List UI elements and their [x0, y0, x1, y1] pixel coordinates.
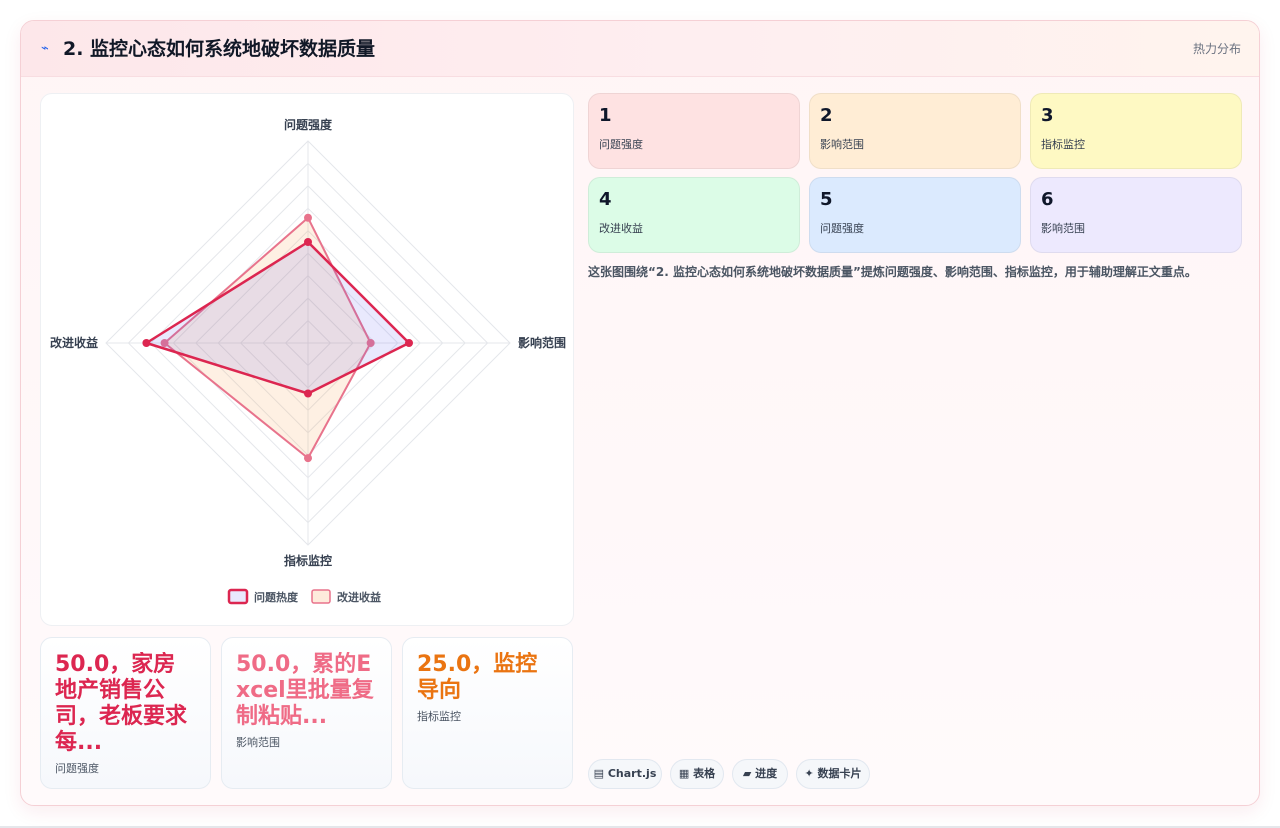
section-card: ⌁ 2. 监控心态如何系统地破坏数据质量 热力分布 问题强度 影响范围 指标监控 改进…: [20, 20, 1260, 806]
radar-chart-panel: 问题强度 影响范围 指标监控 改进收益 问题热度 改进收益: [40, 93, 574, 626]
tile-number: 1: [599, 105, 612, 126]
stat-label: 影响范围: [236, 736, 280, 749]
stat-label: 问题强度: [55, 762, 99, 775]
tile-number: 6: [1041, 189, 1054, 210]
progress-icon: ▰: [742, 767, 752, 780]
radar-data-point: [304, 389, 312, 398]
radar-axis-label: 问题强度: [284, 117, 333, 132]
legend-label: 改进收益: [337, 590, 381, 604]
chip-label: 表格: [693, 767, 716, 780]
radar-data-point: [304, 238, 312, 246]
tile-label: 问题强度: [820, 222, 864, 235]
metric-tile-2: 2 影响范围: [809, 93, 1021, 169]
chart-line-icon: ⌁: [41, 41, 49, 56]
section-title: 2. 监控心态如何系统地破坏数据质量: [63, 38, 376, 60]
chip-chartjs[interactable]: ▤ Chart.js: [588, 759, 662, 789]
radar-data-point: [304, 454, 312, 463]
stat-label: 指标监控: [417, 710, 461, 723]
table-icon: ▦: [678, 767, 690, 780]
legend-swatch: [311, 589, 331, 604]
stat-card-1: 50.0，家房地产销售公司，老板要求每... 问题强度: [40, 637, 211, 789]
tile-label: 影响范围: [1041, 222, 1085, 235]
chart-description: 这张图围绕“2. 监控心态如何系统地破坏数据质量”提炼问题强度、影响范围、指标监…: [588, 265, 1197, 279]
metric-tile-5: 5 问题强度: [809, 177, 1021, 253]
tile-label: 改进收益: [599, 222, 643, 235]
radar-axis-label: 改进收益: [50, 335, 98, 350]
stat-value: 50.0，家房地产销售公司，老板要求每...: [55, 652, 188, 755]
header-tag: 热力分布: [1192, 42, 1241, 56]
radar-axis-label: 指标监控: [284, 553, 332, 568]
stat-card-2: 50.0，累的Excel里批量复制粘贴... 影响范围: [221, 637, 392, 789]
tile-number: 5: [820, 189, 833, 210]
tile-number: 2: [820, 105, 833, 126]
radar-chart: 问题强度影响范围指标监控改进收益问题热度 改进收益: [50, 117, 566, 605]
stat-value: 50.0，累的Excel里批量复制粘贴...: [236, 652, 374, 729]
sparkle-icon: ✦: [804, 767, 814, 780]
radar-axis-label: 影响范围: [518, 335, 566, 350]
radar-data-point: [405, 339, 413, 347]
metric-tile-6: 6 影响范围: [1030, 177, 1242, 253]
chip-label: 进度: [755, 767, 778, 780]
metric-tile-4: 4 改进收益: [588, 177, 800, 253]
chip-data-card[interactable]: ✦ 数据卡片: [796, 759, 870, 789]
tile-number: 4: [599, 189, 612, 210]
chip-label: Chart.js: [607, 767, 657, 780]
tile-label: 问题强度: [599, 138, 643, 151]
stat-value: 25.0，监控导向: [417, 652, 538, 703]
metric-tile-1: 1 问题强度: [588, 93, 800, 169]
stat-card-3: 25.0，监控导向 指标监控: [402, 637, 573, 789]
chart-icon: ▤: [593, 767, 605, 780]
card-header: ⌁ 2. 监控心态如何系统地破坏数据质量 热力分布: [21, 21, 1259, 77]
chip-progress[interactable]: ▰ 进度: [732, 759, 788, 789]
radar-data-point: [142, 339, 151, 347]
tile-number: 3: [1041, 105, 1054, 126]
legend-swatch: [227, 588, 249, 605]
metric-tile-3: 3 指标监控: [1030, 93, 1242, 169]
tile-label: 影响范围: [820, 138, 864, 151]
chip-table[interactable]: ▦ 表格: [670, 759, 724, 789]
tile-label: 指标监控: [1041, 138, 1085, 151]
radar-data-point: [304, 213, 312, 222]
chip-label: 数据卡片: [817, 767, 862, 780]
legend-label: 问题热度: [254, 590, 299, 604]
